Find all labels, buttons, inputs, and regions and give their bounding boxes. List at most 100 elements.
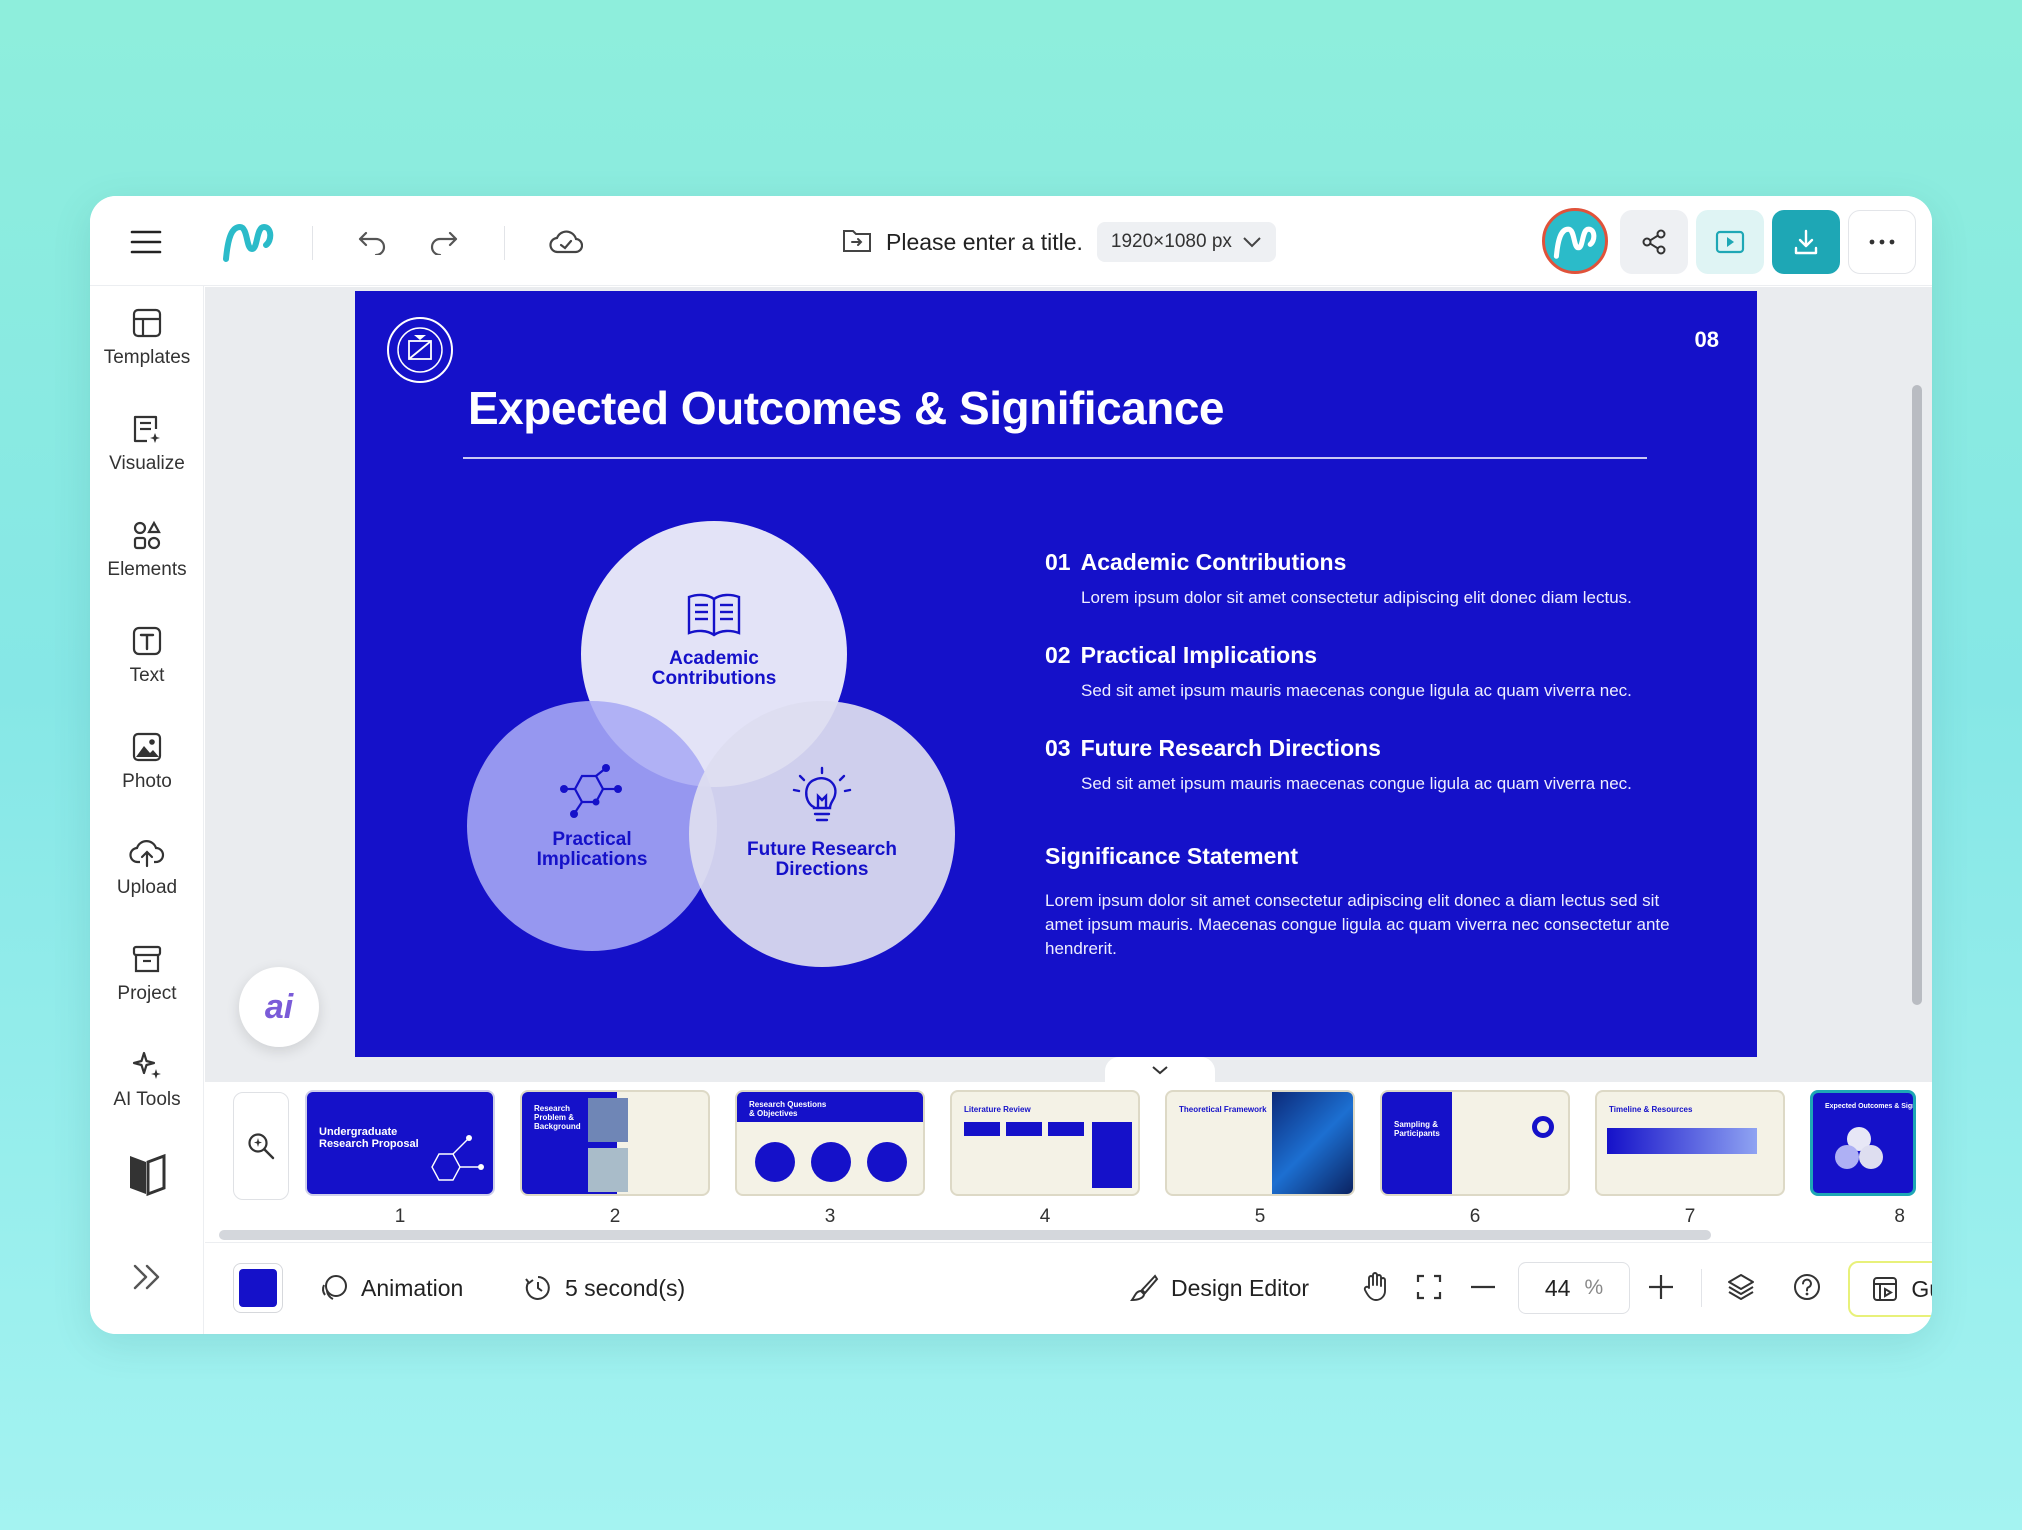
zoom-level-input[interactable]: 44 % [1518,1262,1630,1314]
animation-label: Animation [361,1274,464,1301]
zoom-value: 44 [1544,1274,1571,1301]
venn-circle-practical[interactable]: Practical Implications [467,701,717,951]
thumbnail-bar [964,1122,1000,1136]
slide-canvas[interactable]: 08 Expected Outcomes & Significance Acad… [355,291,1757,1057]
share-icon [1642,229,1666,255]
slide-thumbnail-5[interactable]: Theoretical Framework [1165,1090,1355,1196]
text-icon [132,626,162,656]
bottombar-divider [1701,1269,1702,1307]
list-item[interactable]: 02 Practical Implications Sed sit amet ip… [1045,642,1725,701]
fit-screen-icon[interactable] [1409,1267,1449,1307]
app-logo-icon[interactable] [220,216,276,266]
slide-thumbnail-3[interactable]: Research Questions & Objectives [735,1090,925,1196]
zoom-out-icon[interactable] [1463,1267,1503,1307]
thumbnail-circle [811,1142,851,1182]
sidebar-item-label: Elements [107,559,187,580]
item-number: 01 [1045,549,1071,575]
thumbnail-circle [1835,1145,1859,1169]
venn-label-academic[interactable]: Academic Contributions [639,649,789,689]
slide-title[interactable]: Expected Outcomes & Significance [468,381,1225,435]
item-description: Sed sit amet ipsum mauris maecenas congu… [1081,681,1632,700]
item-title: Future Research Directions [1080,735,1381,761]
slide-thumbnail-7[interactable]: Timeline & Resources [1595,1090,1785,1196]
animation-icon [322,1275,347,1300]
item-number: 02 [1045,642,1071,668]
thumbnail-panel [1092,1122,1132,1188]
sidebar-item-ai-tools[interactable]: AI Tools [90,1034,204,1126]
sidebar-item-text[interactable]: Text [90,610,204,702]
sidebar-item-label: Photo [122,771,172,792]
slide-logo-icon[interactable] [387,317,453,383]
title-divider-line[interactable] [463,457,1647,459]
slide-duration-button[interactable]: 5 second(s) [523,1265,685,1311]
list-item[interactable]: 03 Future Research Directions Sed sit ame… [1045,735,1725,794]
help-icon[interactable] [1787,1267,1827,1307]
search-slides-button[interactable] [233,1092,289,1200]
slide-filmstrip: Undergraduate Research Proposal 1 Resear… [205,1082,1932,1242]
ai-assistant-button[interactable]: ai [239,967,319,1047]
hand-pan-icon[interactable] [1356,1267,1396,1307]
timer-icon [525,1276,550,1300]
lightbulb-icon [792,766,852,822]
redo-icon[interactable] [424,222,464,262]
sidebar-item-visualize[interactable]: Visualize [90,398,204,490]
share-button[interactable] [1620,210,1688,274]
download-button[interactable] [1772,210,1840,274]
sidebar-item-elements[interactable]: Elements [90,504,204,596]
design-editor-button[interactable]: Design Editor [1129,1265,1309,1311]
play-icon [1715,230,1745,254]
thumbnail-bar [1048,1122,1084,1136]
collapse-filmstrip-button[interactable] [1105,1057,1215,1083]
hamburger-menu-icon[interactable] [126,222,166,262]
horizontal-scrollbar[interactable] [219,1230,1711,1240]
folder-move-icon[interactable] [842,227,872,258]
guide-button[interactable]: Guide [1848,1261,1932,1317]
sidebar-item-label: AI Tools [113,1089,181,1110]
undo-icon[interactable] [352,222,392,262]
more-options-button[interactable] [1848,210,1916,274]
slide-thumbnail-8[interactable]: Expected Outcomes & Significance [1810,1090,1916,1196]
layers-icon[interactable] [1721,1267,1761,1307]
zoom-in-icon[interactable] [1641,1267,1681,1307]
elements-icon [133,520,161,550]
chevron-down-icon [1152,1066,1168,1075]
sidebar-item-label: Upload [116,877,178,898]
sidebar-item-label: Project [117,983,177,1004]
background-color-swatch[interactable] [233,1263,283,1313]
sidebar-item-templates[interactable]: Templates [90,292,204,384]
slide-thumbnail-6[interactable]: Sampling & Participants [1380,1090,1570,1196]
slide-thumbnail-1[interactable]: Undergraduate Research Proposal [305,1090,495,1196]
canvas-size-dropdown[interactable]: 1920×1080 px [1096,222,1276,262]
document-title[interactable]: Please enter a title. [886,229,1083,256]
list-item[interactable]: 01 Academic Contributions Lorem ipsum dol… [1045,549,1725,608]
sidebar-item-project[interactable]: Project [90,928,204,1020]
thumbnail-number: 5 [1254,1206,1266,1227]
expand-sidebar-icon[interactable] [130,1262,164,1296]
thumbnail-caption: Theoretical Framework [1179,1105,1267,1114]
brand-book-icon[interactable] [126,1150,168,1198]
thumbnail-timeline [1607,1128,1757,1154]
venn-diagram[interactable]: Academic Contributions Practical Implica… [467,521,957,981]
venn-circle-future[interactable]: Future Research Directions [689,701,955,967]
chevron-down-icon [1243,237,1261,248]
top-toolbar: Please enter a title. 1920×1080 px [90,196,1932,286]
significance-text[interactable]: Lorem ipsum dolor sit amet consectetur a… [1045,889,1685,961]
venn-label-future[interactable]: Future Research Directions [737,840,907,880]
animation-button[interactable]: Animation [319,1265,463,1311]
slide-thumbnail-4[interactable]: Literature Review [950,1090,1140,1196]
avatar[interactable] [1542,208,1608,274]
editor-window: Please enter a title. 1920×1080 px Templ… [90,196,1932,1334]
slide-page-number[interactable]: 08 [1695,327,1719,353]
thumbnail-caption: Expected Outcomes & Significance [1825,1103,1916,1110]
present-button[interactable] [1696,210,1764,274]
venn-label-practical[interactable]: Practical Implications [522,830,662,870]
slide-thumbnail-2[interactable]: Research Problem & Background [520,1090,710,1196]
sidebar-item-label: Templates [103,347,191,368]
cloud-saved-icon[interactable] [546,222,586,262]
swatch-fill [239,1269,277,1307]
sidebar-item-photo[interactable]: Photo [90,716,204,808]
document-title-area: Please enter a title. 1920×1080 px [842,220,1276,264]
sidebar-item-upload[interactable]: Upload [90,822,204,914]
significance-title[interactable]: Significance Statement [1045,843,1298,870]
vertical-scrollbar[interactable] [1912,385,1922,1005]
